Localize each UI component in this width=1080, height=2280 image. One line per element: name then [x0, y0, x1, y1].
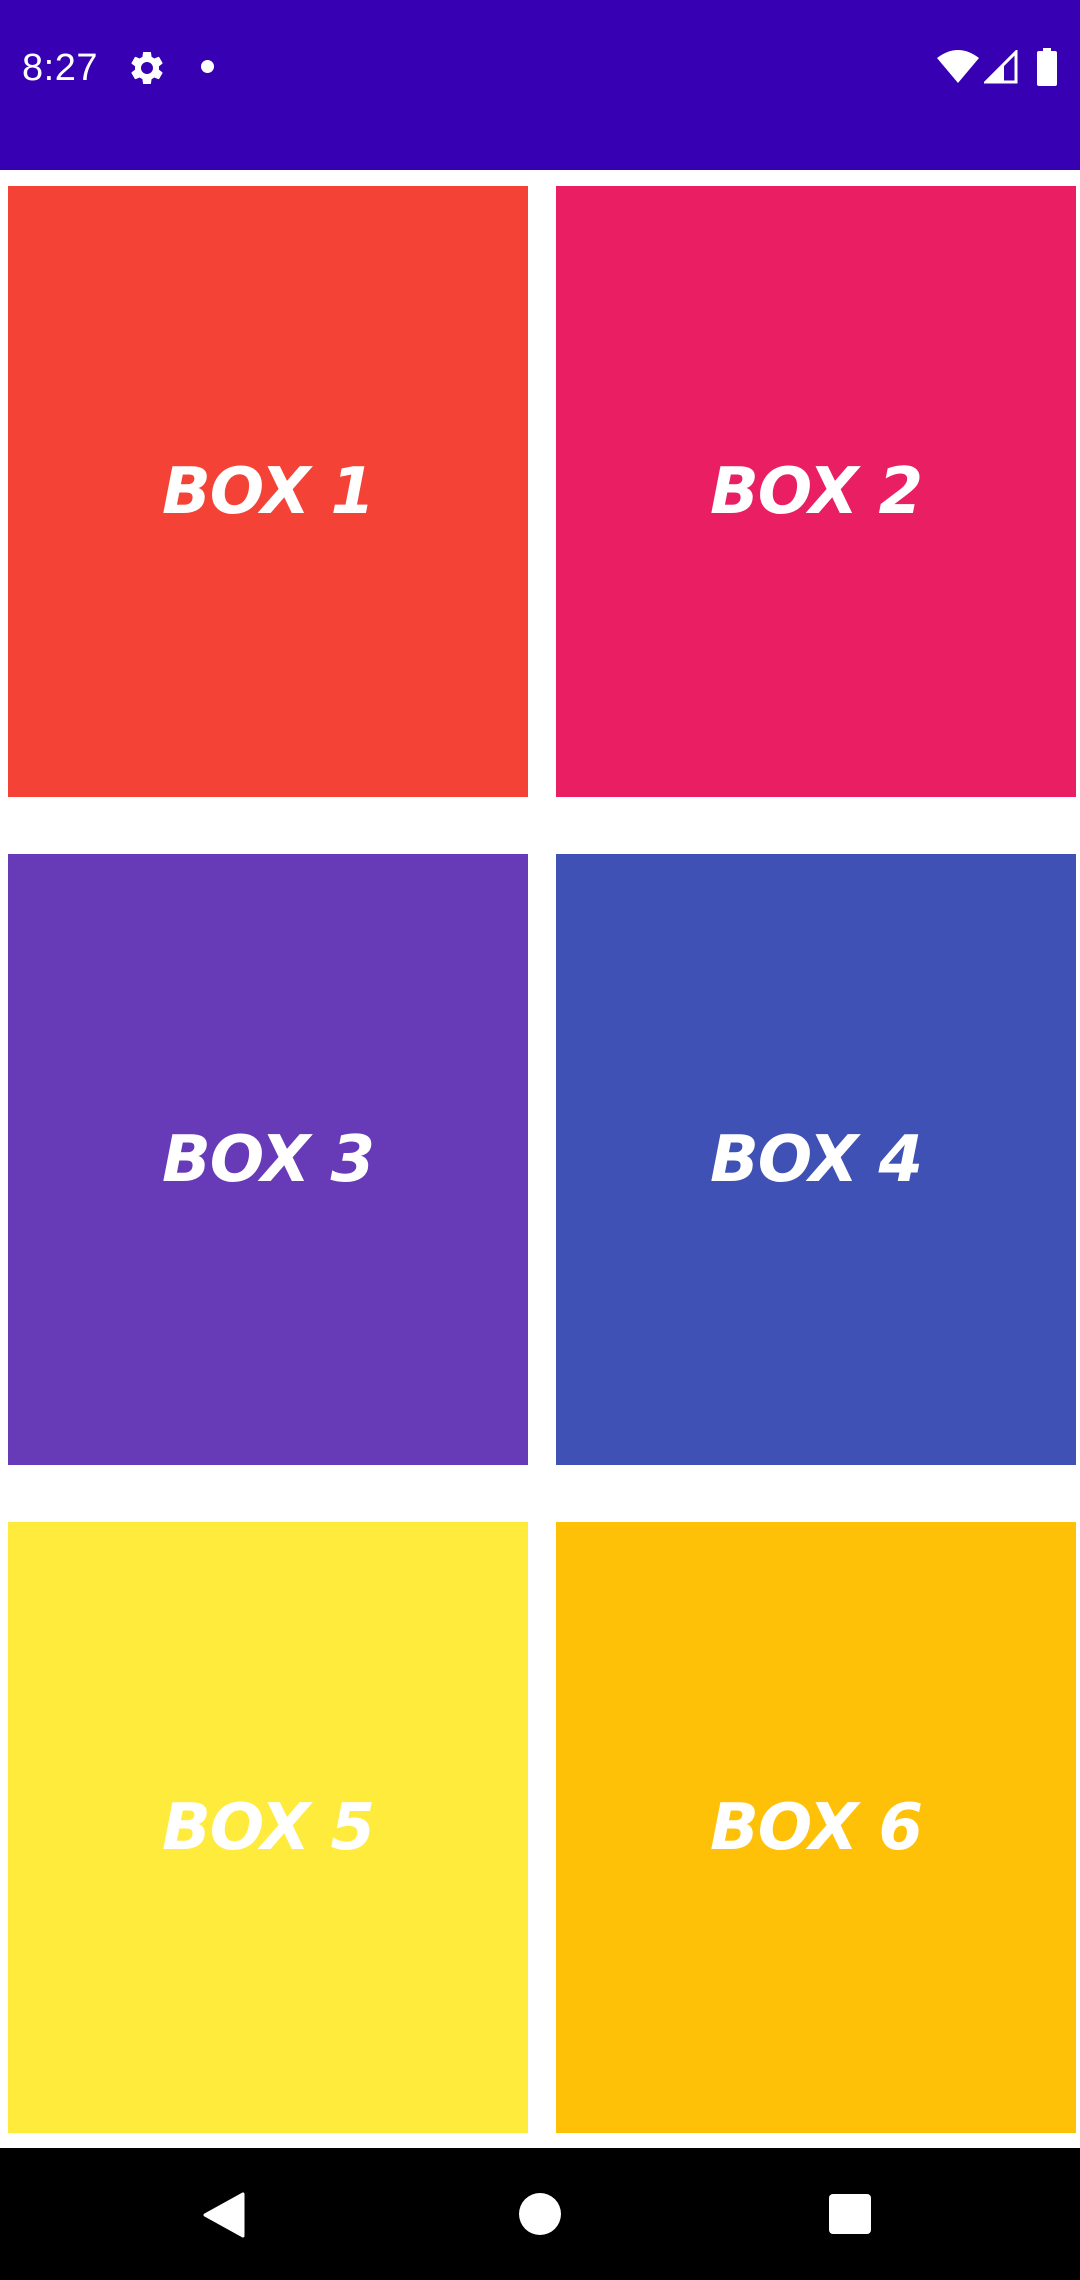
home-icon[interactable] [519, 2193, 561, 2235]
navigation-bar [0, 2148, 1080, 2280]
box-5: BOX 5 [8, 1522, 528, 2133]
box-grid: BOX 1 BOX 2 BOX 3 BOX 4 BOX 5 BOX 6 [0, 0, 1080, 2280]
box-label: BOX 1 [161, 454, 375, 529]
box-label: BOX 3 [161, 1122, 375, 1197]
box-label: BOX 5 [161, 1790, 375, 1865]
box-label: BOX 4 [709, 1122, 923, 1197]
box-6: BOX 6 [556, 1522, 1076, 2133]
box-1: BOX 1 [8, 186, 528, 797]
box-2: BOX 2 [556, 186, 1076, 797]
box-label: BOX 6 [709, 1790, 923, 1865]
box-label: BOX 2 [709, 454, 923, 529]
box-3: BOX 3 [8, 854, 528, 1465]
back-icon[interactable] [203, 2192, 245, 2238]
box-4: BOX 4 [556, 854, 1076, 1465]
recents-icon[interactable] [829, 2194, 871, 2234]
